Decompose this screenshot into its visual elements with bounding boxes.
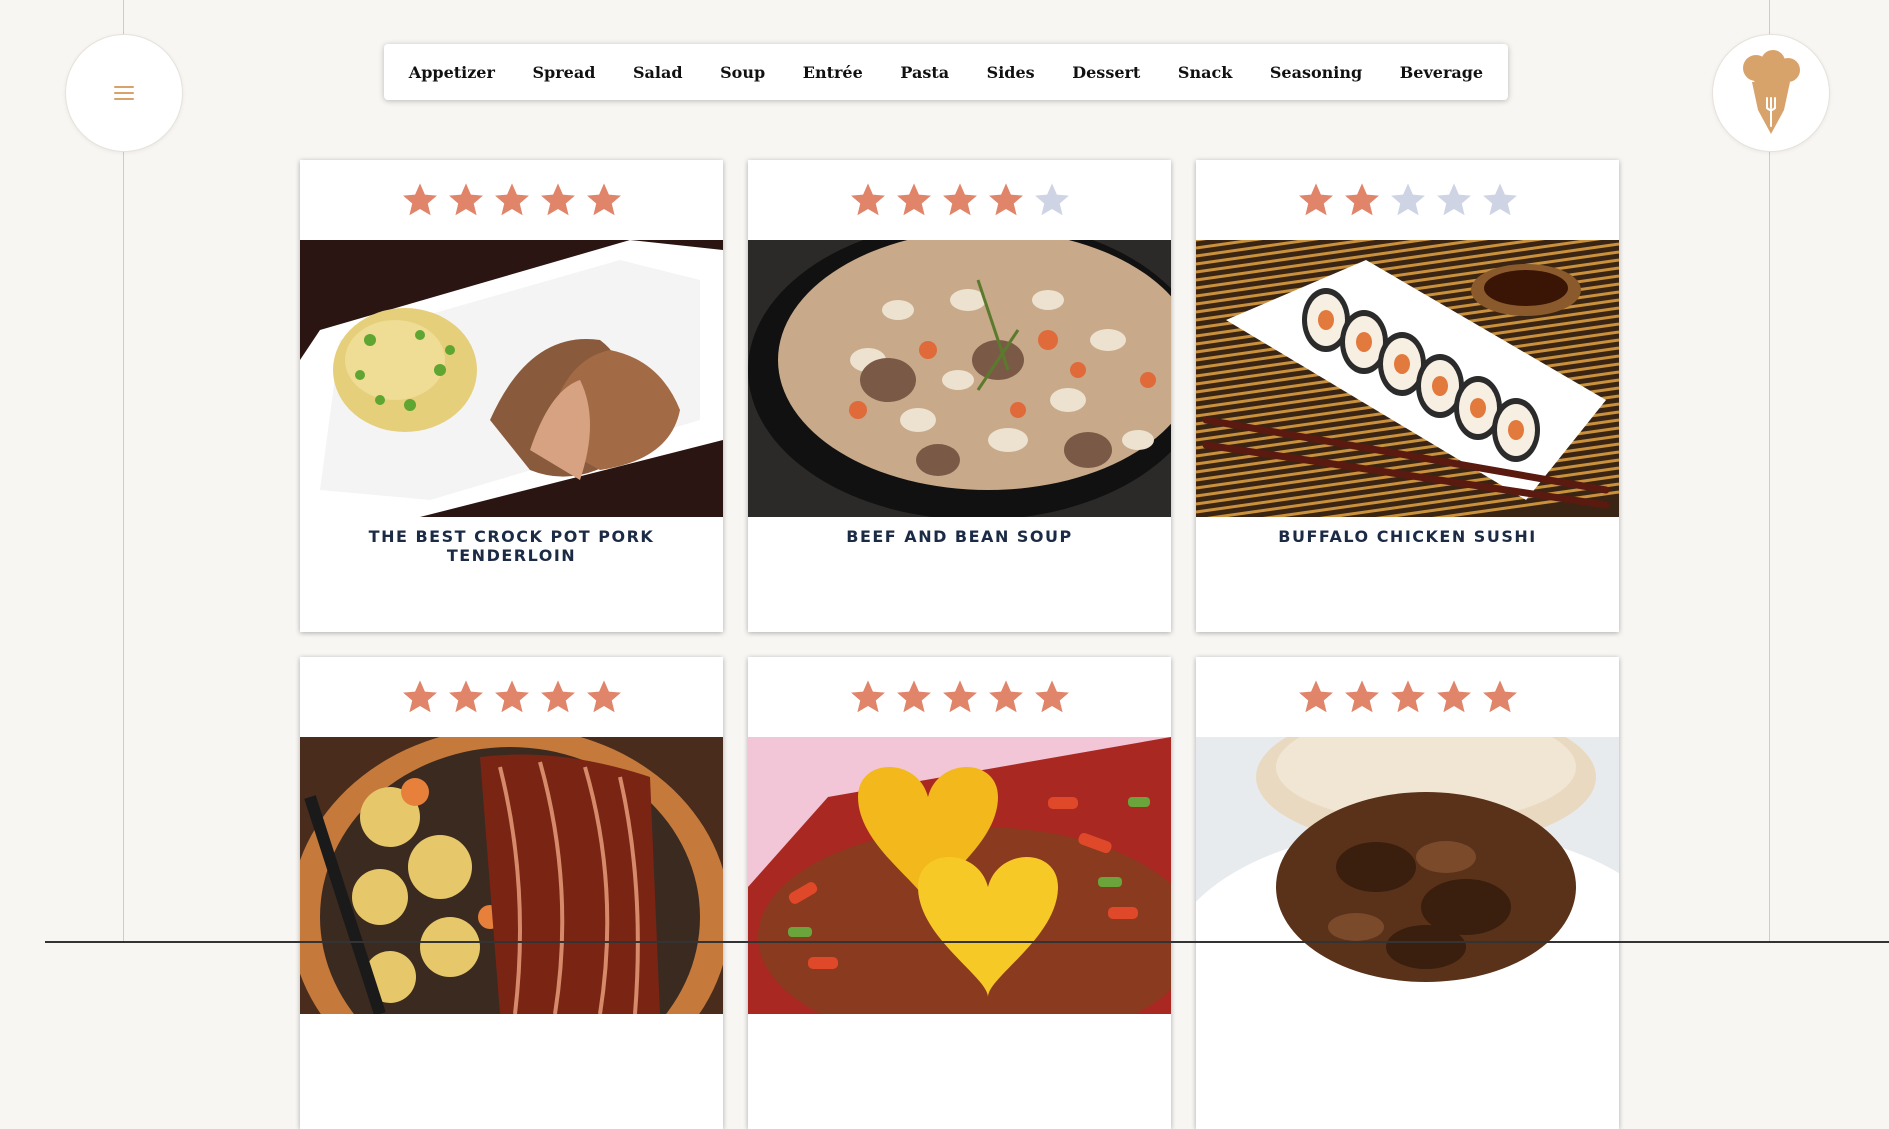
pork-tenderloin-photo[interactable]: [300, 240, 723, 517]
star-filled-icon: [1481, 678, 1519, 716]
beef-bean-soup-photo[interactable]: [748, 240, 1171, 517]
star-filled-icon: [987, 678, 1025, 716]
star-filled-icon: [1033, 678, 1071, 716]
star-filled-icon: [941, 181, 979, 219]
recipe-card[interactable]: [1196, 657, 1619, 1129]
star-filled-icon: [585, 678, 623, 716]
nav-item-pasta[interactable]: Pasta: [892, 57, 957, 88]
star-filled-icon: [447, 181, 485, 219]
star-filled-icon: [1343, 678, 1381, 716]
star-filled-icon: [401, 678, 439, 716]
chef-hat-pen-logo-icon: [1743, 50, 1800, 134]
recipe-card[interactable]: [300, 657, 723, 1129]
star-filled-icon: [1343, 181, 1381, 219]
star-rating: [1196, 160, 1619, 240]
nav-item-snack[interactable]: Snack: [1170, 57, 1240, 88]
star-filled-icon: [849, 678, 887, 716]
star-filled-icon: [493, 181, 531, 219]
nav-item-sides[interactable]: Sides: [979, 57, 1043, 88]
star-filled-icon: [895, 181, 933, 219]
nav-item-seasoning[interactable]: Seasoning: [1262, 57, 1370, 88]
star-filled-icon: [941, 678, 979, 716]
recipe-card[interactable]: BEEF AND BEAN SOUP: [748, 160, 1171, 632]
recipe-title[interactable]: BEEF AND BEAN SOUP: [772, 527, 1147, 546]
menu-button[interactable]: [65, 34, 183, 152]
star-filled-icon: [401, 181, 439, 219]
star-filled-icon: [493, 678, 531, 716]
nav-item-salad[interactable]: Salad: [625, 57, 691, 88]
category-nav: Appetizer Spread Salad Soup Entrée Pasta Sides…: [384, 44, 1508, 100]
star-filled-icon: [849, 181, 887, 219]
recipe-grid: THE BEST CROCK POT PORK TENDERLOIN BEEF A…: [300, 160, 1619, 1129]
star-filled-icon: [539, 181, 577, 219]
recipe-title[interactable]: THE BEST CROCK POT PORK TENDERLOIN: [324, 527, 699, 565]
bacon-potato-skillet-photo[interactable]: [300, 737, 723, 1014]
star-filled-icon: [539, 678, 577, 716]
heart-croquette-salad-photo[interactable]: [748, 737, 1171, 1014]
star-rating: [748, 160, 1171, 240]
pulled-beef-sandwich-photo[interactable]: [1196, 737, 1619, 1014]
star-filled-icon: [1297, 181, 1335, 219]
nav-item-beverage[interactable]: Beverage: [1392, 57, 1491, 88]
nav-item-appetizer[interactable]: Appetizer: [401, 57, 503, 88]
recipe-card[interactable]: BUFFALO CHICKEN SUSHI: [1196, 160, 1619, 632]
star-filled-icon: [987, 181, 1025, 219]
star-empty-icon: [1435, 181, 1473, 219]
buffalo-chicken-sushi-photo[interactable]: [1196, 240, 1619, 517]
recipe-card[interactable]: THE BEST CROCK POT PORK TENDERLOIN: [300, 160, 723, 632]
star-empty-icon: [1389, 181, 1427, 219]
recipe-title[interactable]: BUFFALO CHICKEN SUSHI: [1220, 527, 1595, 546]
star-filled-icon: [895, 678, 933, 716]
star-filled-icon: [1389, 678, 1427, 716]
star-rating: [300, 657, 723, 737]
star-filled-icon: [1297, 678, 1335, 716]
star-rating: [748, 657, 1171, 737]
nav-item-dessert[interactable]: Dessert: [1064, 57, 1148, 88]
nav-item-entre[interactable]: Entrée: [795, 57, 871, 88]
nav-item-soup[interactable]: Soup: [712, 57, 773, 88]
star-filled-icon: [585, 181, 623, 219]
star-rating: [1196, 657, 1619, 737]
star-rating: [300, 160, 723, 240]
star-filled-icon: [447, 678, 485, 716]
nav-item-spread[interactable]: Spread: [525, 57, 604, 88]
star-empty-icon: [1033, 181, 1071, 219]
star-empty-icon: [1481, 181, 1519, 219]
logo-button[interactable]: [1712, 34, 1830, 152]
recipe-card[interactable]: [748, 657, 1171, 1129]
star-filled-icon: [1435, 678, 1473, 716]
hamburger-icon: [114, 86, 134, 100]
